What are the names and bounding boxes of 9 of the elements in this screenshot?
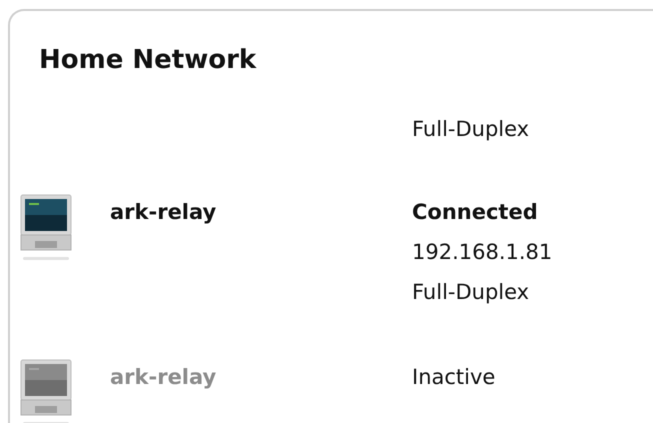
device-detail: Full-Duplex (412, 116, 530, 143)
device-detail: 192.168.1.81 (412, 239, 554, 266)
device-detail: Full-Duplex (412, 279, 530, 306)
device-status: Inactive (412, 364, 496, 391)
device-name: ark-relay (110, 365, 216, 389)
device-name: ark-relay (110, 200, 216, 224)
section-title: Home Network (39, 44, 258, 77)
laptop-icon (20, 359, 72, 423)
device-status: Connected (412, 199, 539, 226)
